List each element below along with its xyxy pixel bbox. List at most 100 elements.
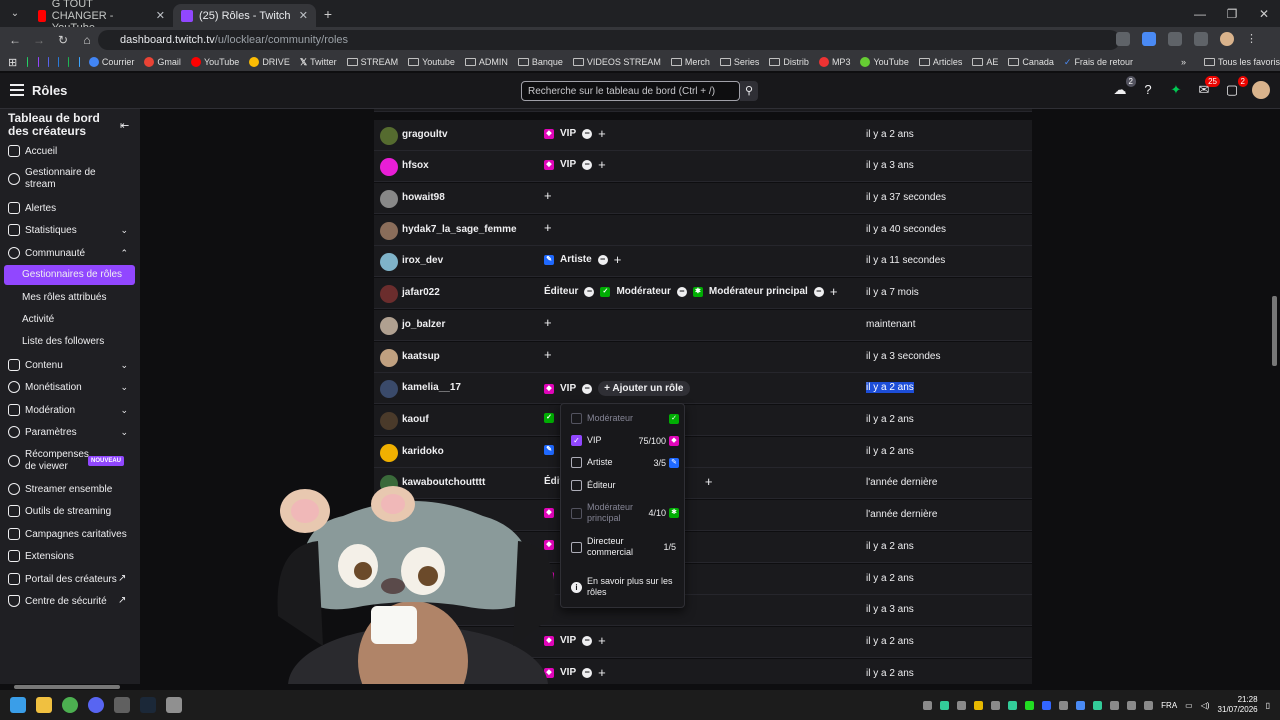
checkbox-checked[interactable]: ✓ <box>571 435 582 446</box>
add-role-icon[interactable]: + <box>830 285 838 298</box>
search-icon[interactable]: ⚲ <box>740 81 758 101</box>
browser-tab-youtube[interactable]: G TOUT CHANGER - YouTube ✕ <box>30 0 173 34</box>
avatar[interactable] <box>380 444 398 462</box>
back-icon[interactable]: ← <box>8 33 22 47</box>
remove-role-icon[interactable]: − <box>582 383 593 394</box>
avatar[interactable] <box>380 412 398 430</box>
help-icon[interactable]: ? <box>1140 82 1156 98</box>
checkbox[interactable] <box>571 541 582 553</box>
role-option-lead-moderator[interactable]: Modérateur principal 4/10 ✱ <box>571 502 679 524</box>
tray-icon[interactable] <box>991 700 1001 710</box>
remove-role-icon[interactable]: − <box>582 667 593 678</box>
puzzle-icon[interactable] <box>1168 32 1182 46</box>
volume-icon[interactable]: ◁) <box>1201 701 1210 710</box>
tray-icon[interactable] <box>957 700 967 710</box>
tray-icon[interactable] <box>974 700 984 710</box>
tray-icon[interactable] <box>1008 700 1018 710</box>
bookmark-twitter[interactable]: 𝕏 Twitter <box>300 57 337 68</box>
bookmark-ae[interactable]: AE <box>972 57 998 67</box>
sidebar-item-accueil[interactable]: Accueil <box>0 145 140 157</box>
collapse-sidebar-icon[interactable]: ⇤ <box>120 119 129 132</box>
bookmark-all-favorites[interactable]: Tous les favoris <box>1203 57 1280 67</box>
reload-icon[interactable]: ↻ <box>56 33 70 47</box>
username[interactable]: karidoko <box>402 446 444 457</box>
bookmark-articles[interactable]: Articles <box>918 57 962 67</box>
bookmark-merch[interactable]: Merch <box>670 57 710 67</box>
inbox-icon[interactable]: ✉ 25 <box>1196 76 1220 98</box>
activity-icon[interactable]: ✦ <box>1168 82 1184 98</box>
network-icon[interactable]: ▭ <box>1185 701 1193 710</box>
avatar[interactable] <box>380 380 398 398</box>
username[interactable]: jafar022 <box>402 287 440 298</box>
sidebar-item-followers[interactable]: Liste des followers <box>22 336 104 347</box>
sidebar-item-stream-manager[interactable]: Gestionnaire de stream <box>0 167 140 191</box>
discord-icon[interactable] <box>88 697 104 713</box>
sidebar-item-parametres[interactable]: Paramètres ⌄ <box>0 426 140 438</box>
clock[interactable]: 21:28 31/07/2026 <box>1218 695 1258 715</box>
username[interactable]: irox_dev <box>402 255 443 266</box>
extension-icon[interactable] <box>1142 32 1156 46</box>
add-role-icon[interactable]: + <box>614 253 622 266</box>
bookmark-canada[interactable]: Canada <box>1008 57 1054 67</box>
username[interactable]: gragoultv <box>402 129 448 140</box>
bookmark-frais-de-retour[interactable]: ✓ Frais de retour <box>1064 57 1133 68</box>
avatar[interactable] <box>380 190 398 208</box>
sidebar-item-communaute[interactable]: Communauté ⌃ <box>0 247 140 259</box>
bookmark-youtube[interactable]: YouTube <box>190 57 239 67</box>
bookmark-youtube-folder[interactable]: Youtube <box>408 57 455 67</box>
media-icon[interactable] <box>1194 32 1208 46</box>
app-icon[interactable] <box>166 697 182 713</box>
bookmark-courrier[interactable]: Courrier <box>88 57 134 67</box>
language-indicator[interactable]: FRA <box>1161 701 1177 710</box>
add-role-icon[interactable]: + <box>598 158 606 171</box>
bookmark-mp3[interactable]: MP3 <box>818 57 850 67</box>
username[interactable]: jo_balzer <box>402 319 445 330</box>
user-avatar[interactable] <box>1252 81 1270 99</box>
sidebar-item-streamer-ensemble[interactable]: Streamer ensemble <box>0 483 140 495</box>
avatar[interactable] <box>380 158 398 176</box>
add-role-icon[interactable]: + <box>544 348 552 361</box>
add-role-button[interactable]: + Ajouter un rôle <box>598 381 690 396</box>
username[interactable]: kaatsup <box>402 351 440 362</box>
sidebar-item-outils[interactable]: Outils de streaming <box>0 505 140 517</box>
sidebar-item-monetisation[interactable]: Monétisation ⌄ <box>0 381 140 393</box>
avatar[interactable] <box>380 475 398 493</box>
tray-icon[interactable] <box>1127 700 1137 710</box>
add-role-icon[interactable]: + <box>544 189 552 202</box>
avatar[interactable] <box>380 127 398 145</box>
tray-icon[interactable] <box>1025 700 1035 710</box>
sidebar-item-contenu[interactable]: Contenu ⌄ <box>0 359 140 371</box>
notification-center-icon[interactable]: ▯ <box>1266 701 1270 710</box>
role-option-sales-director[interactable]: Directeur commercial 1/5 <box>571 536 679 558</box>
hamburger-menu-icon[interactable] <box>10 84 24 96</box>
role-option-editor[interactable]: Éditeur <box>571 480 679 491</box>
profile-icon[interactable] <box>1220 32 1234 46</box>
home-icon[interactable]: ⌂ <box>80 33 94 47</box>
sidebar-item-statistiques[interactable]: Statistiques ⌄ <box>0 224 140 236</box>
sidebar-item-moderation[interactable]: Modération ⌄ <box>0 404 140 416</box>
bookmark-youtube-2[interactable]: YouTube <box>860 57 909 67</box>
file-explorer-icon[interactable] <box>36 697 52 713</box>
tray-icon[interactable] <box>940 700 950 710</box>
checkbox[interactable] <box>571 457 582 468</box>
remove-role-icon[interactable]: − <box>582 635 593 646</box>
close-tab-icon[interactable]: ✕ <box>299 9 308 22</box>
add-role-icon[interactable]: + <box>544 316 552 329</box>
vertical-scrollbar[interactable] <box>1272 296 1277 366</box>
bookmark-banque[interactable]: Banque <box>517 57 563 67</box>
username[interactable]: kaouf <box>402 414 429 425</box>
role-option-moderator[interactable]: Modérateur ✓ <box>571 413 679 424</box>
add-role-icon[interactable]: + <box>598 127 606 140</box>
scroll-thumb[interactable] <box>14 685 120 689</box>
avatar[interactable] <box>380 285 398 303</box>
checkbox[interactable] <box>571 413 582 424</box>
remove-role-icon[interactable]: − <box>584 286 595 297</box>
bookmark-admin[interactable]: ADMIN <box>464 57 508 67</box>
remove-role-icon[interactable]: − <box>813 286 824 297</box>
tray-icon[interactable] <box>1093 700 1103 710</box>
calculator-icon[interactable] <box>114 697 130 713</box>
avatar[interactable] <box>380 222 398 240</box>
close-window-icon[interactable]: ✕ <box>1248 7 1280 21</box>
maximize-icon[interactable]: ❐ <box>1216 7 1248 21</box>
bookmark-gmail[interactable]: Gmail <box>144 57 181 67</box>
